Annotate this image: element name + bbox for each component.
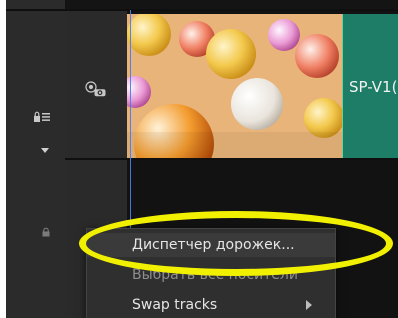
chevron-down-icon-svg — [41, 148, 49, 153]
context-menu: Диспетчер дорожек... Выбрать все носител… — [86, 228, 336, 318]
lock-list-icon[interactable] — [33, 111, 51, 123]
lock-icon[interactable] — [41, 227, 51, 237]
lock-list-icon-svg — [34, 111, 50, 122]
lock-icon-svg — [42, 227, 50, 237]
menu-item-swap-tracks-label: Swap tracks — [132, 297, 218, 313]
eye-icon[interactable] — [85, 81, 107, 97]
clip-title-tile[interactable]: SP-V1( — [342, 14, 398, 158]
menu-item-select-all-media[interactable]: Выбрать все носители — [132, 263, 322, 287]
clip-label: SP-V1( — [349, 78, 398, 96]
eye-icon-svg — [85, 81, 106, 97]
clip-thumbnail-art — [127, 14, 342, 158]
chevron-down-icon[interactable] — [40, 145, 50, 155]
track-controls-panel — [6, 0, 66, 318]
submenu-arrow-icon — [306, 300, 312, 310]
video-clip-thumbnail[interactable] — [127, 14, 342, 158]
editor-timeline: SP-V1( Диспетчер дорожек... Выбрать все … — [6, 0, 398, 318]
menu-item-track-manager[interactable]: Диспетчер дорожек... — [87, 233, 335, 257]
menu-item-swap-tracks[interactable]: Swap tracks — [132, 293, 322, 317]
track-separator — [65, 158, 398, 160]
